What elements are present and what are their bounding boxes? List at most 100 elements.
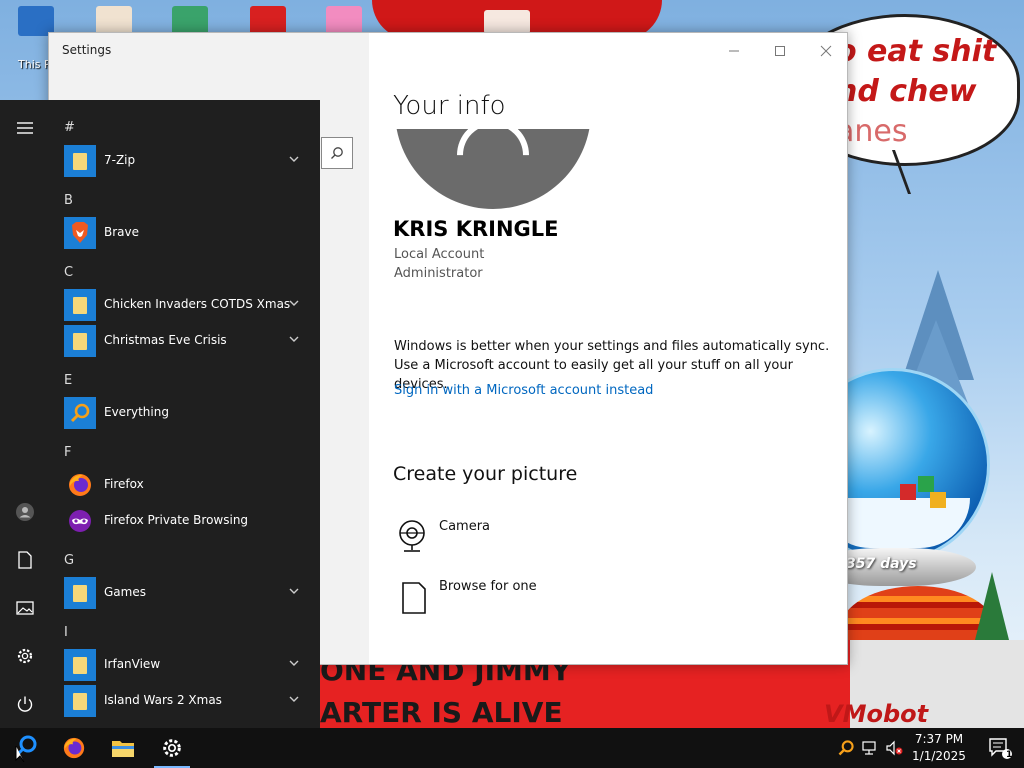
speech-line-2: nd chew	[836, 74, 977, 109]
search-icon	[838, 740, 854, 756]
this-pc-label: This P	[18, 58, 51, 71]
letter-header[interactable]: E	[64, 373, 72, 388]
brave-icon	[64, 217, 96, 249]
gift-box	[930, 492, 946, 508]
search-icon	[331, 147, 343, 159]
app-item-brave[interactable]: Brave	[56, 215, 312, 251]
chevron-down-icon	[289, 156, 299, 162]
power-button[interactable]	[9, 688, 41, 720]
app-name: Brave	[104, 225, 140, 239]
app-item-christmas-eve-crisis[interactable]: Christmas Eve Crisis	[56, 323, 312, 359]
app-name: Firefox Private Browsing	[104, 513, 249, 527]
taskbar-settings[interactable]	[148, 728, 196, 768]
chevron-down-icon	[289, 660, 299, 666]
user-name: KRIS KRINGLE	[393, 217, 559, 241]
gear-icon	[163, 739, 181, 757]
app-item-firefox-private[interactable]: Firefox Private Browsing	[56, 503, 312, 539]
browse-option-label: Browse for one	[439, 579, 537, 594]
settings-search-button[interactable]	[321, 137, 353, 169]
letter-header[interactable]: F	[64, 445, 71, 460]
hamburger-icon	[17, 122, 33, 134]
app-item-firefox[interactable]: Firefox	[56, 467, 312, 503]
window-title: Settings	[62, 43, 112, 57]
user-account-button[interactable]	[9, 496, 41, 528]
power-icon	[17, 696, 33, 712]
folder-icon	[64, 145, 96, 177]
start-icon	[15, 735, 37, 762]
days-counter: 357 days	[846, 556, 917, 572]
speech-line-1: o eat shit	[836, 34, 997, 69]
network-icon	[862, 741, 876, 755]
gift-box	[918, 476, 934, 492]
settings-button[interactable]	[9, 640, 41, 672]
search-icon	[64, 397, 96, 429]
watermark: VMobot	[824, 700, 929, 728]
document-icon	[18, 551, 32, 569]
app-name: Christmas Eve Crisis	[104, 333, 227, 347]
account-type: Local Account	[394, 247, 485, 262]
clock-date: 1/1/2025	[912, 749, 966, 763]
taskbar-file-explorer[interactable]	[99, 728, 147, 768]
app-item-games[interactable]: Games	[56, 575, 312, 611]
letter-header[interactable]: #	[64, 120, 75, 135]
create-picture-heading: Create your picture	[393, 463, 578, 485]
app-item-irfanview[interactable]: IrfanView	[56, 647, 312, 683]
app-name: Chicken Invaders COTDS Xmas	[104, 297, 291, 311]
browse-option[interactable]: Browse for one	[397, 579, 697, 623]
app-name: 7-Zip	[104, 153, 136, 167]
user-icon	[16, 503, 34, 521]
letter-header[interactable]: B	[64, 193, 73, 208]
volume-muted-icon	[886, 740, 903, 756]
picture-icon	[16, 601, 34, 615]
account-role: Administrator	[394, 266, 483, 281]
tray-volume[interactable]	[884, 738, 904, 758]
letter-header[interactable]: C	[64, 265, 73, 280]
folder-icon	[64, 685, 96, 717]
chevron-down-icon	[289, 336, 299, 342]
folder-icon	[64, 289, 96, 321]
app-item-chicken-invaders[interactable]: Chicken Invaders COTDS Xmas	[56, 287, 312, 323]
camera-option[interactable]: Camera	[397, 519, 697, 563]
documents-button[interactable]	[9, 544, 41, 576]
letter-header[interactable]: G	[64, 553, 74, 568]
desktop-document-icon[interactable]	[484, 10, 530, 34]
system-clock[interactable]: 7:37 PM 1/1/2025	[906, 731, 972, 765]
firefox-icon	[64, 469, 96, 501]
app-item-island-wars[interactable]: Island Wars 2 Xmas	[56, 683, 312, 719]
tray-everything[interactable]	[836, 738, 856, 758]
chevron-down-icon	[289, 300, 299, 306]
app-name: Games	[104, 585, 146, 599]
pictures-button[interactable]	[9, 592, 41, 624]
clock-time: 7:37 PM	[914, 732, 964, 746]
app-item-7zip[interactable]: 7-Zip	[56, 143, 312, 179]
app-name: Island Wars 2 Xmas	[104, 693, 222, 707]
start-rail	[0, 100, 50, 728]
page-title: Your info	[393, 91, 506, 121]
camera-option-label: Camera	[439, 519, 491, 534]
taskbar-firefox[interactable]	[50, 728, 98, 768]
notification-count: 1	[1006, 750, 1013, 760]
app-name: IrfanView	[104, 657, 161, 671]
app-list[interactable]: # 7-Zip B Brave C Chicken Invaders COTDS…	[56, 100, 320, 728]
taskbar: 7:37 PM 1/1/2025 1	[0, 728, 1024, 768]
tray-network[interactable]	[860, 738, 880, 758]
folder-icon	[64, 325, 96, 357]
expand-menu-button[interactable]	[9, 112, 41, 144]
chevron-down-icon	[289, 588, 299, 594]
gear-icon	[17, 648, 33, 664]
sign-in-microsoft-link[interactable]: Sign in with a Microsoft account instead	[394, 383, 653, 398]
action-center-button[interactable]: 1	[976, 728, 1024, 768]
app-name: Firefox	[104, 477, 144, 491]
folder-icon	[64, 577, 96, 609]
start-button[interactable]	[2, 728, 50, 768]
folder-icon	[112, 741, 134, 757]
chevron-down-icon	[289, 696, 299, 702]
app-item-everything[interactable]: Everything	[56, 395, 312, 431]
banner-line-2: ARTER IS ALIVE	[320, 696, 563, 728]
folder-icon	[64, 649, 96, 681]
letter-header[interactable]: I	[64, 625, 68, 640]
start-menu[interactable]: # 7-Zip B Brave C Chicken Invaders COTDS…	[0, 100, 320, 728]
your-info-page: Your info KRIS KRINGLE Local Account Adm…	[393, 33, 833, 664]
file-icon	[402, 582, 426, 614]
firefox-icon	[63, 737, 85, 759]
